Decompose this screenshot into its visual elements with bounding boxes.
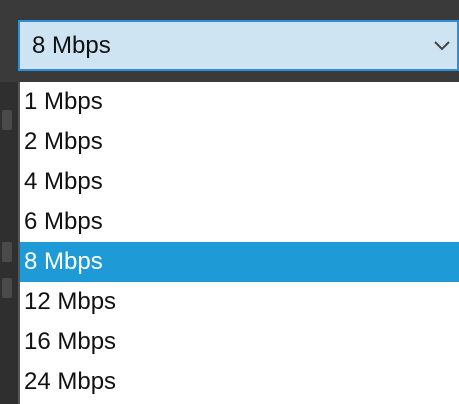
background-glyph-mark xyxy=(2,110,12,130)
chevron-down-icon[interactable] xyxy=(433,40,451,52)
left-background-strip xyxy=(0,82,18,404)
bitrate-option-1-mbps[interactable]: 1 Mbps xyxy=(20,82,459,122)
selected-bitrate-value: 8 Mbps xyxy=(32,32,111,59)
background-glyph-mark xyxy=(2,278,12,298)
option-label: 24 Mbps xyxy=(24,368,117,395)
bitrate-select[interactable]: 8 Mbps xyxy=(18,20,459,71)
option-label: 6 Mbps xyxy=(24,208,103,235)
option-label: 16 Mbps xyxy=(24,328,117,355)
bitrate-option-16-mbps[interactable]: 16 Mbps xyxy=(20,322,459,362)
background-glyph-mark xyxy=(2,242,12,262)
bitrate-option-12-mbps[interactable]: 12 Mbps xyxy=(20,282,459,322)
option-label: 12 Mbps xyxy=(24,288,117,315)
bitrate-option-24-mbps[interactable]: 24 Mbps xyxy=(20,362,459,402)
bitrate-option-6-mbps[interactable]: 6 Mbps xyxy=(20,202,459,242)
bitrate-options-list[interactable]: 1 Mbps 2 Mbps 4 Mbps 6 Mbps 8 Mbps 12 Mb… xyxy=(18,82,459,404)
bitrate-option-4-mbps[interactable]: 4 Mbps xyxy=(20,162,459,202)
bitrate-option-8-mbps[interactable]: 8 Mbps xyxy=(20,242,459,282)
option-label: 8 Mbps xyxy=(24,248,103,275)
option-label: 4 Mbps xyxy=(24,168,103,195)
bitrate-option-2-mbps[interactable]: 2 Mbps xyxy=(20,122,459,162)
option-label: 2 Mbps xyxy=(24,128,103,155)
dropdown-overlay-background: 8 Mbps 1 Mbps 2 Mbps 4 Mbps 6 Mbps 8 Mbp… xyxy=(0,0,459,404)
option-label: 1 Mbps xyxy=(24,88,103,115)
